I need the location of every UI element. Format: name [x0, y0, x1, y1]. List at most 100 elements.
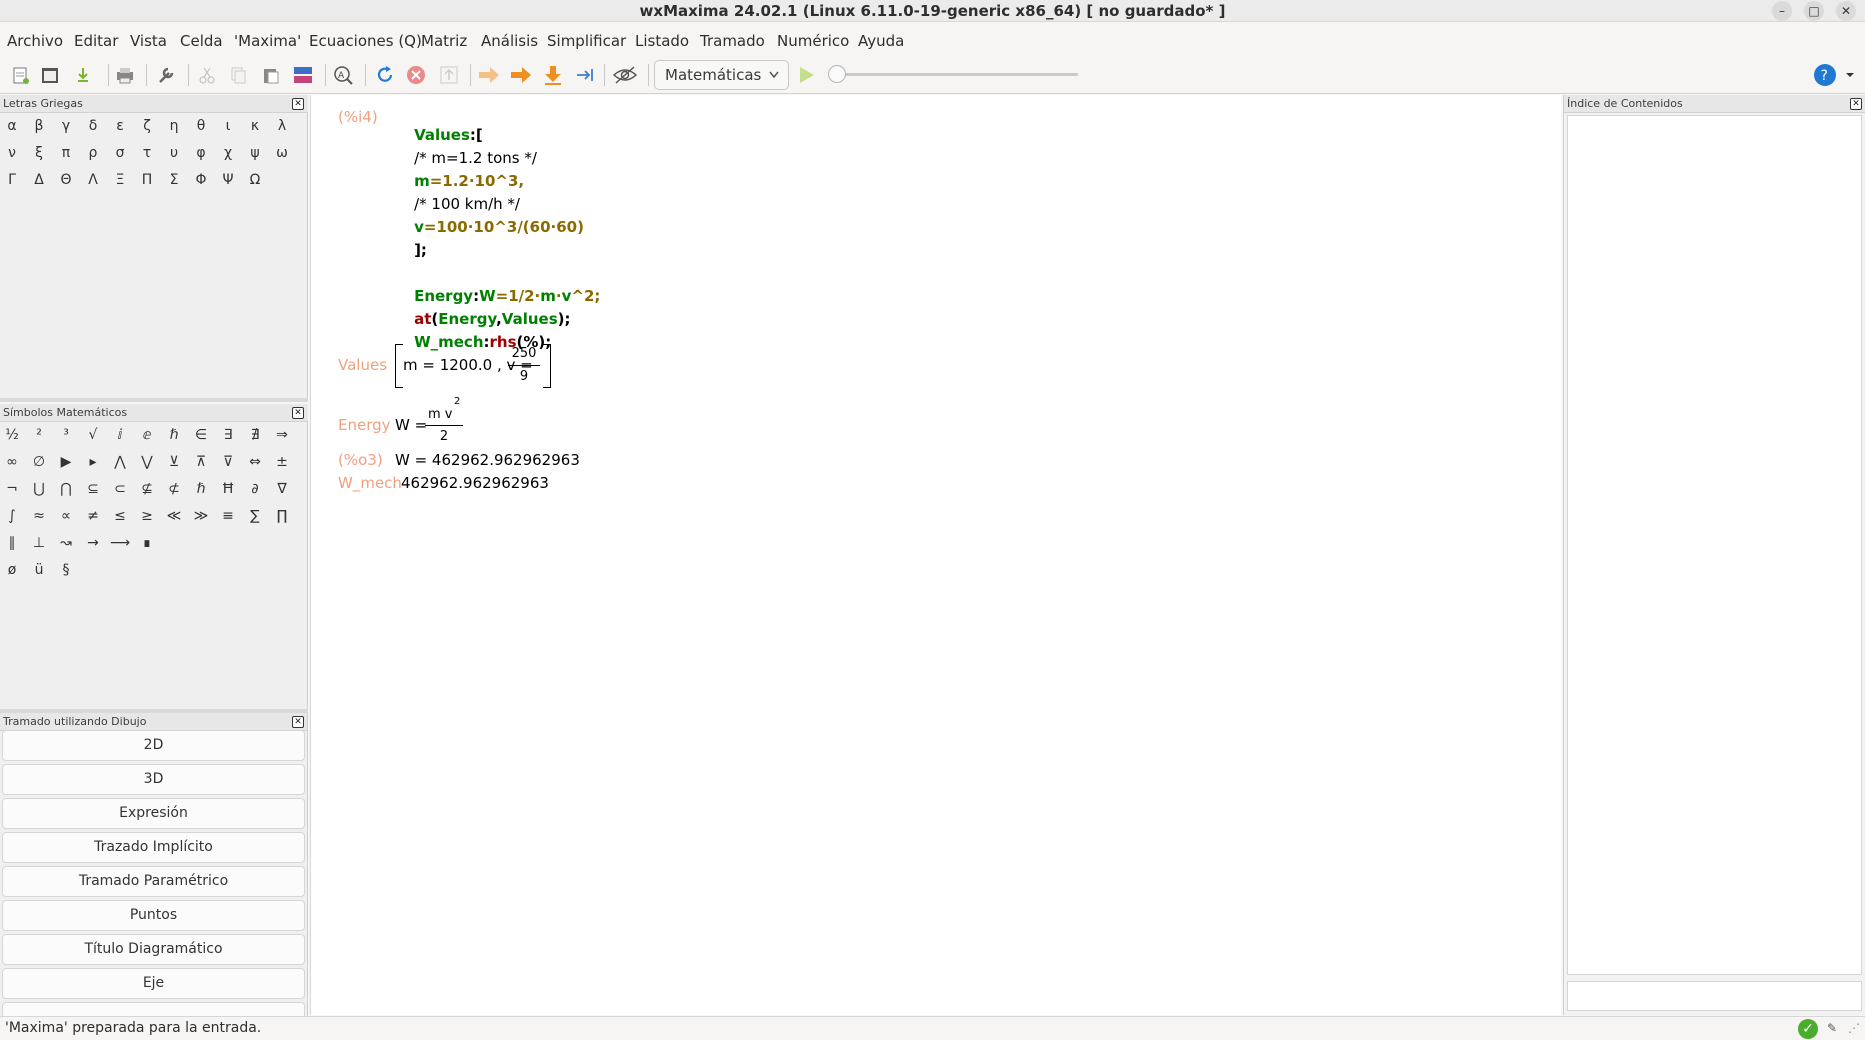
greek-symbol[interactable]: υ — [162, 142, 186, 164]
math-symbol[interactable]: ∈ — [189, 424, 213, 446]
evaluate-to-end-icon[interactable] — [540, 63, 566, 87]
plot-expression-button[interactable]: Expresión — [2, 798, 305, 829]
plot-implicit-button[interactable]: Trazado Implícito — [2, 832, 305, 863]
find-icon[interactable]: A — [330, 63, 356, 87]
math-symbol[interactable]: ⋃ — [27, 478, 51, 500]
greek-symbol[interactable]: ρ — [81, 142, 105, 164]
mode-select[interactable]: Matemáticas — [654, 60, 789, 90]
math-symbol[interactable]: ü — [27, 559, 51, 581]
math-symbol[interactable]: ⋀ — [108, 451, 132, 473]
plot-3d-button[interactable]: 3D — [2, 764, 305, 795]
greek-symbol[interactable]: Ψ — [216, 169, 240, 191]
greek-symbol[interactable]: χ — [216, 142, 240, 164]
math-symbol[interactable]: ∝ — [54, 505, 78, 527]
save-icon[interactable] — [70, 63, 96, 87]
open-icon[interactable] — [38, 63, 64, 87]
worksheet[interactable]: (%i4) Values:[ /* m=1.2 tons */ m=1.2·10… — [310, 95, 1561, 1015]
math-symbol[interactable]: ⇒ — [270, 424, 294, 446]
greek-symbol[interactable]: λ — [270, 115, 294, 137]
math-symbol[interactable]: ∏ — [270, 505, 294, 527]
math-symbol[interactable]: ≡ — [216, 505, 240, 527]
plot-axis-button[interactable]: Eje — [2, 968, 305, 999]
greek-symbol[interactable]: η — [162, 115, 186, 137]
greek-symbol[interactable]: τ — [135, 142, 159, 164]
animation-slider-track[interactable] — [836, 73, 1078, 76]
math-symbol[interactable]: ∎ — [135, 532, 159, 554]
evaluate-icon[interactable] — [476, 63, 502, 87]
greek-symbol[interactable]: Π — [135, 169, 159, 191]
math-symbol[interactable]: ▸ — [81, 451, 105, 473]
menu-ayuda[interactable]: Ayuda — [858, 32, 904, 50]
copy-icon[interactable] — [225, 63, 251, 87]
greek-symbol[interactable]: Λ — [81, 169, 105, 191]
stop-icon[interactable] — [403, 63, 429, 87]
close-icon[interactable]: ✕ — [1850, 98, 1862, 110]
close-icon[interactable]: ✕ — [292, 98, 304, 110]
select-all-icon[interactable] — [290, 63, 316, 87]
math-symbol[interactable]: ≪ — [162, 505, 186, 527]
menu-numerico[interactable]: Numérico — [777, 32, 849, 50]
math-symbol[interactable]: ⊽ — [216, 451, 240, 473]
menu-matriz[interactable]: Matriz — [421, 32, 467, 50]
math-symbol[interactable]: ⋂ — [54, 478, 78, 500]
maximize-button[interactable]: □ — [1804, 1, 1824, 21]
close-icon[interactable]: ✕ — [292, 407, 304, 419]
greek-symbol[interactable]: ν — [0, 142, 24, 164]
greek-symbol[interactable]: β — [27, 115, 51, 137]
greek-symbol[interactable]: α — [0, 115, 24, 137]
toolbar-overflow-icon[interactable] — [1842, 63, 1858, 87]
math-symbol[interactable]: ∅ — [27, 451, 51, 473]
close-button[interactable]: ✕ — [1836, 1, 1856, 21]
math-symbol[interactable]: ℏ — [189, 478, 213, 500]
toc-search-input[interactable] — [1567, 981, 1862, 1011]
math-symbol[interactable]: ≤ — [108, 505, 132, 527]
math-symbol[interactable]: ⅇ — [135, 424, 159, 446]
menu-maxima[interactable]: 'Maxima' — [234, 32, 301, 50]
minimize-button[interactable]: – — [1772, 1, 1792, 21]
animation-slider-knob[interactable] — [828, 65, 846, 83]
greek-symbol[interactable]: φ — [189, 142, 213, 164]
math-symbol[interactable]: ³ — [54, 424, 78, 446]
panel-splitter[interactable] — [0, 398, 308, 402]
greek-symbol[interactable]: π — [54, 142, 78, 164]
greek-symbol[interactable]: σ — [108, 142, 132, 164]
settings-icon[interactable] — [153, 63, 179, 87]
greek-symbol[interactable]: ω — [270, 142, 294, 164]
plot-parametric-button[interactable]: Tramado Paramétrico — [2, 866, 305, 897]
greek-symbol[interactable]: Σ — [162, 169, 186, 191]
math-symbol[interactable]: → — [81, 532, 105, 554]
help-icon[interactable]: ? — [1812, 63, 1838, 87]
paste-icon[interactable] — [258, 63, 284, 87]
plot-title-button[interactable]: Título Diagramático — [2, 934, 305, 965]
jump-end-icon[interactable] — [572, 63, 598, 87]
math-symbol[interactable]: ≫ — [189, 505, 213, 527]
math-symbol[interactable]: ¬ — [0, 478, 24, 500]
greek-symbol[interactable]: Φ — [189, 169, 213, 191]
toc-list[interactable] — [1567, 115, 1862, 975]
greek-symbol[interactable]: θ — [189, 115, 213, 137]
greek-symbol[interactable]: ε — [108, 115, 132, 137]
refresh-icon[interactable] — [372, 63, 398, 87]
greek-symbol[interactable]: κ — [243, 115, 267, 137]
greek-symbol[interactable]: Θ — [54, 169, 78, 191]
math-symbol[interactable]: § — [54, 559, 78, 581]
math-symbol[interactable]: ▶ — [54, 451, 78, 473]
math-symbol[interactable]: ∞ — [0, 451, 24, 473]
math-symbol[interactable]: ∃ — [216, 424, 240, 446]
math-symbol[interactable]: Ħ — [216, 478, 240, 500]
close-icon[interactable]: ✕ — [292, 716, 304, 728]
menu-archivo[interactable]: Archivo — [7, 32, 63, 50]
math-symbol[interactable]: ⊂ — [108, 478, 132, 500]
greek-symbol[interactable]: δ — [81, 115, 105, 137]
math-symbol[interactable]: ⊻ — [162, 451, 186, 473]
math-symbol[interactable]: ∄ — [243, 424, 267, 446]
new-icon[interactable] — [8, 63, 34, 87]
menu-ecuaciones[interactable]: Ecuaciones (Q) — [309, 32, 422, 50]
menu-celda[interactable]: Celda — [180, 32, 223, 50]
greek-symbol[interactable]: ψ — [243, 142, 267, 164]
math-symbol[interactable]: ⅈ — [108, 424, 132, 446]
greek-symbol[interactable]: Γ — [0, 169, 24, 191]
math-symbol[interactable]: ⟶ — [108, 532, 132, 554]
math-symbol[interactable]: ⊈ — [135, 478, 159, 500]
math-symbol[interactable]: ½ — [0, 424, 24, 446]
